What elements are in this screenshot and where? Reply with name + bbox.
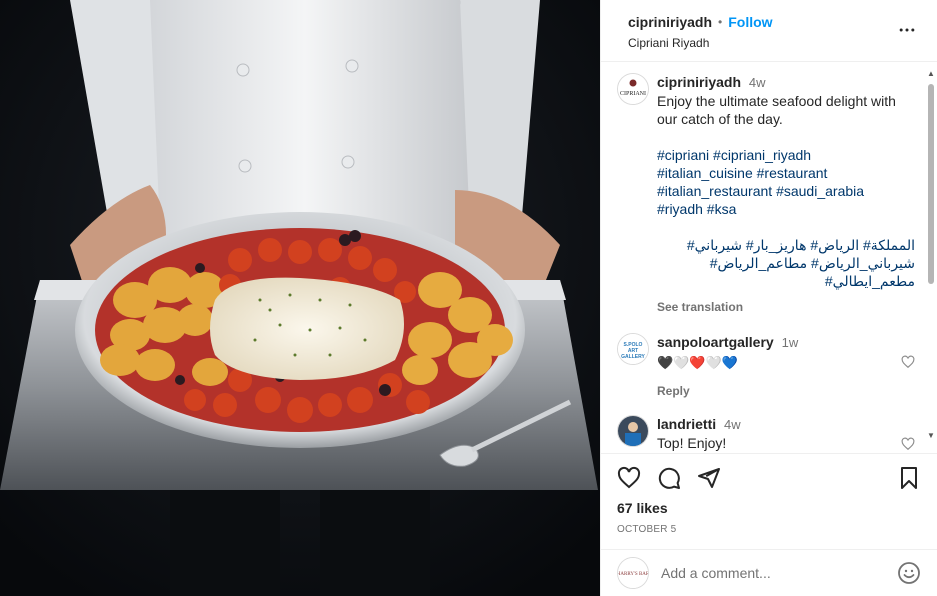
heart-icon[interactable] <box>617 466 641 490</box>
more-icon[interactable] <box>897 20 917 40</box>
caption-item: CIPRIANI cipriniriyadh 4w Enjoy the ulti… <box>617 73 915 316</box>
arabic-hashtags-line-1[interactable]: المملكة# الرياض# هاريز_بار# شيرباني# <box>657 236 915 254</box>
comment-avatar[interactable] <box>617 415 649 447</box>
comment-icon[interactable] <box>657 466 681 490</box>
scroll-up-arrow-icon[interactable]: ▲ <box>927 70 935 78</box>
comment-like-icon[interactable] <box>901 437 915 451</box>
share-icon[interactable] <box>697 466 721 490</box>
likes-count[interactable]: 67 likes <box>617 500 921 516</box>
post-photo[interactable] <box>0 0 600 596</box>
arabic-hashtags-line-2[interactable]: شيرباني_الرياض# مطاعم_الرياض# <box>657 254 915 272</box>
caption-avatar[interactable]: CIPRIANI <box>617 73 649 105</box>
comment-item: S.POLO ART GALLERY sanpoloartgallery 1w … <box>617 333 915 400</box>
svg-text:GALLERY: GALLERY <box>621 354 645 360</box>
comment-username[interactable]: landrietti <box>657 416 716 432</box>
sanpolo-logo-icon: S.POLO ART GALLERY <box>618 334 648 364</box>
comment-like-icon[interactable] <box>901 355 915 369</box>
caption-time[interactable]: 4w <box>749 75 766 90</box>
scroll-down-arrow-icon[interactable]: ▼ <box>927 432 935 440</box>
comment-username[interactable]: sanpoloartgallery <box>657 334 774 350</box>
post-header: cipriniriyadh • Follow Cipriani Riyadh <box>601 0 937 62</box>
comments-scrollbar[interactable]: ▲ ▼ <box>927 70 935 440</box>
comment-text: Top! Enjoy! <box>657 435 727 451</box>
add-comment-input[interactable] <box>661 565 897 581</box>
comment-time[interactable]: 1w <box>782 335 799 350</box>
cipriani-logo-icon: CIPRIANI <box>618 74 648 104</box>
bookmark-icon[interactable] <box>897 466 921 490</box>
scrollbar-thumb[interactable] <box>928 84 934 284</box>
post-actions: 67 likes OCTOBER 5 <box>601 453 937 549</box>
arabic-hashtags-line-3[interactable]: مطعم_ايطالي# <box>657 272 915 290</box>
svg-text:CIPRIANI: CIPRIANI <box>620 91 646 97</box>
comment-time[interactable]: 4w <box>724 417 741 432</box>
instagram-post-modal: cipriniriyadh • Follow Cipriani Riyadh C… <box>0 0 937 596</box>
food-photo-illustration <box>0 0 600 596</box>
see-translation-link[interactable]: See translation <box>657 298 915 316</box>
post-side-panel: cipriniriyadh • Follow Cipriani Riyadh C… <box>600 0 937 596</box>
svg-text:HARRY'S BAR: HARRY'S BAR <box>618 572 648 577</box>
emoji-icon[interactable] <box>897 561 921 585</box>
header-username[interactable]: cipriniriyadh <box>628 14 712 30</box>
location-link[interactable]: Cipriani Riyadh <box>628 36 921 50</box>
reply-button[interactable]: Reply <box>657 382 915 400</box>
hashtags-line-1[interactable]: #cipriani #cipriani_riyadh <box>657 146 915 164</box>
caption-username[interactable]: cipriniriyadh <box>657 74 741 90</box>
hashtags-line-4[interactable]: #riyadh #ksa <box>657 200 915 218</box>
follow-button[interactable]: Follow <box>728 14 772 30</box>
harrys-bar-logo-icon: HARRY'S BAR <box>618 558 648 588</box>
header-separator: • <box>718 15 723 29</box>
my-avatar: HARRY'S BAR <box>617 557 649 589</box>
add-comment-bar: HARRY'S BAR <box>601 549 937 596</box>
comment-item: landrietti 4w Top! Enjoy! <box>617 415 915 452</box>
post-date[interactable]: OCTOBER 5 <box>617 524 921 535</box>
hashtags-line-3[interactable]: #italian_restaurant #saudi_arabia <box>657 182 915 200</box>
hashtags-line-2[interactable]: #italian_cuisine #restaurant <box>657 164 915 182</box>
comment-text: 🖤🤍❤️🤍💙 <box>657 355 738 370</box>
landrietti-avatar-icon <box>618 416 648 446</box>
comment-avatar[interactable]: S.POLO ART GALLERY <box>617 333 649 365</box>
caption-text: Enjoy the ultimate seafood delight with … <box>657 93 896 127</box>
comments-list[interactable]: CIPRIANI cipriniriyadh 4w Enjoy the ulti… <box>601 63 937 453</box>
